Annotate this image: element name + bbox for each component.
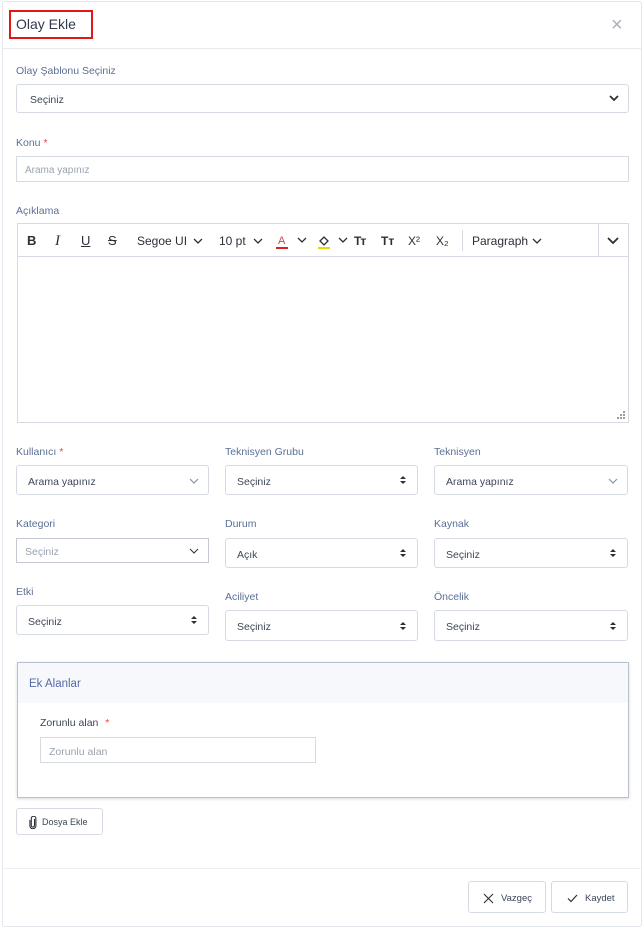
tech-group-select[interactable]: Seçiniz xyxy=(225,465,418,495)
bold-button[interactable]: B xyxy=(27,232,36,250)
chevron-down-icon xyxy=(532,238,542,244)
editor-content-area[interactable] xyxy=(18,258,628,422)
rich-text-editor: B I U S Segoe UI 10 pt A Tт Tт X² X₂ Par… xyxy=(17,223,629,423)
urgency-select-value: Seçiniz xyxy=(237,621,271,633)
chevron-down-icon xyxy=(189,548,199,554)
underline-button[interactable]: U xyxy=(81,232,90,250)
impact-label: Etki xyxy=(16,586,34,598)
extra-fields-header: Ek Alanlar xyxy=(18,663,628,703)
technician-label: Teknisyen xyxy=(434,446,481,458)
technician-select[interactable]: Arama yapınız xyxy=(434,465,628,495)
toolbar-divider xyxy=(462,230,463,251)
tech-group-label: Teknisyen Grubu xyxy=(225,446,304,458)
required-field-input[interactable]: Zorunlu alan xyxy=(40,737,316,763)
resize-handle-icon[interactable] xyxy=(617,411,625,419)
user-select-value: Arama yapınız xyxy=(28,476,96,488)
superscript-button[interactable]: X² xyxy=(408,232,420,250)
subscript-button[interactable]: X₂ xyxy=(436,232,449,250)
chevron-down-icon[interactable] xyxy=(297,236,307,244)
subject-input-placeholder: Arama yapınız xyxy=(25,165,90,176)
checkmark-icon xyxy=(567,894,578,903)
priority-select[interactable]: Seçiniz xyxy=(434,610,628,641)
font-color-underline xyxy=(276,247,288,249)
attach-file-label: Dosya Ekle xyxy=(42,817,88,827)
chevron-down-icon xyxy=(193,238,203,244)
required-field-label-text: Zorunlu alan xyxy=(40,717,99,729)
extra-fields-panel: Ek Alanlar Zorunlu alan * Zorunlu alan xyxy=(17,662,629,798)
editor-toolbar: B I U S Segoe UI 10 pt A Tт Tт X² X₂ Par… xyxy=(18,224,628,257)
footer-divider xyxy=(3,868,641,869)
source-select-value: Seçiniz xyxy=(446,549,480,561)
chevron-down-icon xyxy=(189,478,199,484)
close-icon[interactable]: × xyxy=(611,15,623,35)
extra-fields-title: Ek Alanlar xyxy=(29,678,81,690)
template-select[interactable]: Seçiniz xyxy=(16,84,629,113)
sort-caret-icon xyxy=(400,549,406,557)
required-field-placeholder: Zorunlu alan xyxy=(49,746,108,758)
add-event-dialog: Olay Ekle × Olay Şablonu Seçiniz Seçiniz… xyxy=(2,1,642,927)
change-case-button[interactable]: Tт xyxy=(354,232,366,250)
user-label-text: Kullanıcı xyxy=(16,446,57,458)
category-label: Kategori xyxy=(16,518,56,530)
attach-file-button[interactable]: Dosya Ekle xyxy=(16,808,103,835)
subject-input[interactable]: Arama yapınız xyxy=(16,156,629,182)
priority-label: Öncelik xyxy=(434,591,470,603)
chevron-down-icon xyxy=(608,478,618,484)
chevron-down-icon xyxy=(609,95,619,102)
technician-select-value: Arama yapınız xyxy=(446,476,514,488)
priority-select-value: Seçiniz xyxy=(446,621,480,633)
font-size-dropdown[interactable]: 10 pt xyxy=(219,232,246,250)
category-select[interactable]: Seçiniz xyxy=(16,538,209,563)
required-mark: * xyxy=(105,717,110,729)
required-mark: * xyxy=(43,137,48,149)
save-button[interactable]: Kaydet xyxy=(551,881,628,913)
status-select-value: Açık xyxy=(237,549,258,561)
cancel-label: Vazgeç xyxy=(501,893,532,904)
highlight-color-icon[interactable] xyxy=(317,234,331,250)
strikethrough-button[interactable]: S xyxy=(108,232,117,250)
close-icon xyxy=(483,893,494,904)
chevron-down-icon[interactable] xyxy=(338,236,348,244)
sort-caret-icon xyxy=(400,622,406,630)
user-select[interactable]: Arama yapınız xyxy=(16,465,209,495)
urgency-label: Aciliyet xyxy=(225,591,259,603)
user-label: Kullanıcı * xyxy=(16,446,63,458)
paragraph-format-dropdown[interactable]: Paragraph xyxy=(472,232,528,250)
sort-caret-icon xyxy=(191,616,197,624)
impact-select-value: Seçiniz xyxy=(28,616,62,628)
sort-caret-icon xyxy=(610,549,616,557)
required-field-label: Zorunlu alan * xyxy=(40,717,109,729)
paperclip-icon xyxy=(29,816,37,829)
subject-label-text: Konu xyxy=(16,137,41,149)
toolbar-expand-icon[interactable] xyxy=(607,236,619,245)
save-label: Kaydet xyxy=(585,893,615,904)
urgency-select[interactable]: Seçiniz xyxy=(225,610,418,641)
required-mark: * xyxy=(59,446,64,458)
cancel-button[interactable]: Vazgeç xyxy=(468,881,546,913)
description-label: Açıklama xyxy=(16,205,60,217)
toolbar-divider xyxy=(598,224,599,257)
dialog-header: Olay Ekle × xyxy=(3,2,641,49)
sort-caret-icon xyxy=(400,476,406,484)
template-select-value: Seçiniz xyxy=(30,94,64,106)
impact-select[interactable]: Seçiniz xyxy=(16,605,209,635)
subject-label: Konu * xyxy=(16,137,48,149)
sort-caret-icon xyxy=(610,622,616,630)
source-label: Kaynak xyxy=(434,518,470,530)
source-select[interactable]: Seçiniz xyxy=(434,538,628,568)
sentence-case-button[interactable]: Tт xyxy=(381,232,394,250)
italic-button[interactable]: I xyxy=(55,232,60,250)
font-family-dropdown[interactable]: Segoe UI xyxy=(137,232,187,250)
dialog-title: Olay Ekle xyxy=(16,16,76,32)
status-label: Durum xyxy=(225,518,257,530)
template-label: Olay Şablonu Seçiniz xyxy=(16,65,116,77)
status-select[interactable]: Açık xyxy=(225,538,418,568)
tech-group-select-value: Seçiniz xyxy=(237,476,271,488)
chevron-down-icon xyxy=(253,238,263,244)
category-select-placeholder: Seçiniz xyxy=(25,546,59,558)
